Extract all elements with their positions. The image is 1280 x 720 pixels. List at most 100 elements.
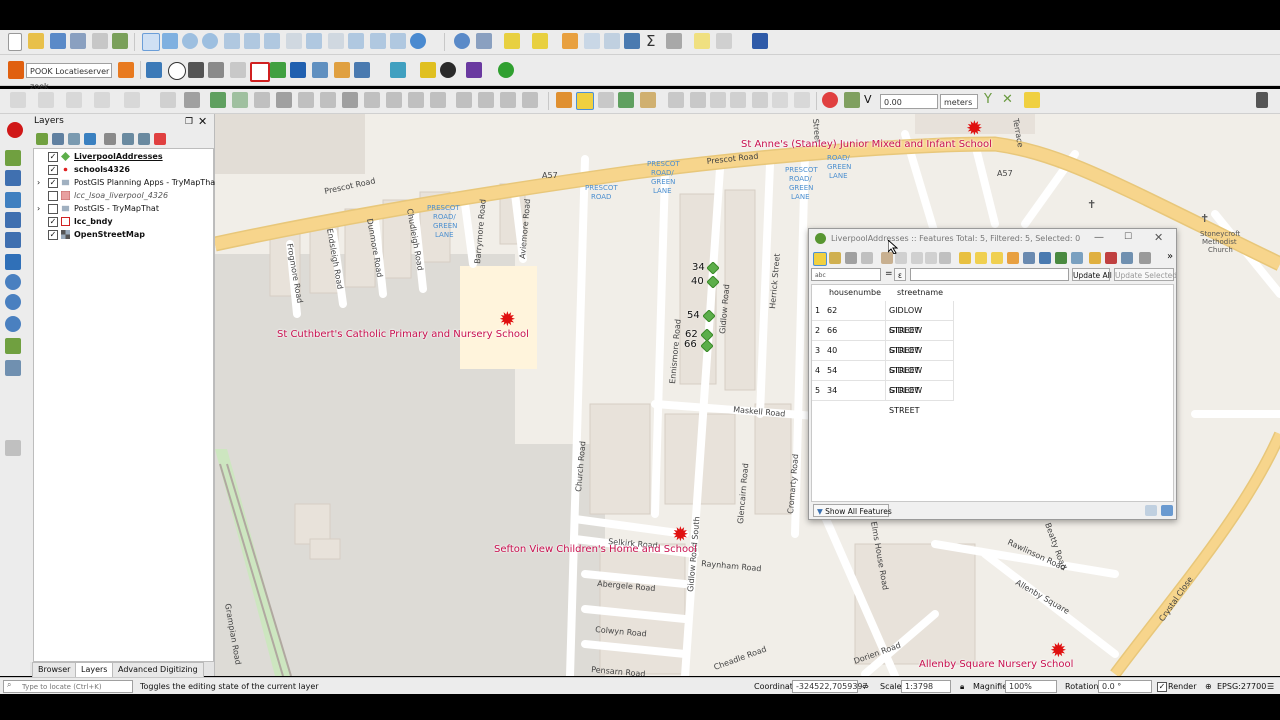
vertex-tool-icon[interactable]	[640, 92, 656, 108]
fill-ring-icon[interactable]	[298, 92, 314, 108]
table-view-icon[interactable]	[1161, 505, 1173, 516]
filter-expression-icon[interactable]	[104, 133, 116, 145]
delete-part-icon[interactable]	[342, 92, 358, 108]
cell-streetname[interactable]: GIDLOW STREET	[886, 301, 954, 335]
school-marker-icon[interactable]: ✹	[1050, 640, 1067, 660]
address-point-icon[interactable]	[707, 276, 719, 288]
field-calculator-icon[interactable]	[604, 33, 620, 49]
locator-search-input[interactable]	[3, 680, 133, 693]
form-view-icon[interactable]	[1145, 505, 1157, 516]
add-wcs-icon[interactable]	[5, 294, 21, 310]
new-field-icon[interactable]	[1089, 252, 1101, 264]
multi-edit-icon[interactable]	[829, 252, 841, 264]
style-manager-icon[interactable]	[112, 33, 128, 49]
overflow-chevron-icon[interactable]: »	[1167, 251, 1173, 262]
layer-row-postgis-planning[interactable]: › ✓ PostGIS Planning Apps - TryMapThat	[34, 176, 218, 189]
zoom-layer-icon[interactable]	[264, 33, 280, 49]
pan-to-selection-icon[interactable]	[162, 33, 178, 49]
zoom-native-icon[interactable]	[286, 33, 302, 49]
layer-checkbox[interactable]: ✓	[48, 178, 58, 188]
layer-row-postgis-trymapthat[interactable]: › PostGIS - TryMapThat	[34, 202, 213, 215]
field-select[interactable]: abc housenumbe	[811, 268, 881, 292]
temporal-icon[interactable]	[370, 33, 386, 49]
deselect-all-icon[interactable]	[1007, 252, 1019, 264]
manage-themes-icon[interactable]	[68, 133, 80, 145]
new-project-icon[interactable]	[8, 33, 22, 51]
cell-housenumber[interactable]: 40	[824, 341, 886, 361]
undo-icon[interactable]	[772, 92, 788, 108]
add-spatialite-icon[interactable]	[5, 254, 21, 270]
layer-checkbox[interactable]	[48, 204, 58, 214]
collapse-all-icon[interactable]	[138, 133, 150, 145]
add-part-icon[interactable]	[276, 92, 292, 108]
address-point-icon[interactable]	[703, 310, 715, 322]
paste-features-icon[interactable]	[752, 92, 768, 108]
filter-legend-icon[interactable]	[84, 133, 96, 145]
school-marker-icon[interactable]: ✹	[672, 524, 689, 544]
copy-features-icon[interactable]	[730, 92, 746, 108]
layer-checkbox[interactable]	[48, 191, 58, 201]
statistics-sigma-icon[interactable]: Σ	[646, 33, 662, 49]
close-icon[interactable]: ✕	[198, 115, 207, 128]
column-header[interactable]: housenumbe	[824, 285, 886, 301]
reshape-icon[interactable]	[364, 92, 380, 108]
rotation-spinbox[interactable]: 0.0 °	[1098, 680, 1152, 693]
zoom-in-icon[interactable]	[182, 33, 198, 49]
layer-row-schools[interactable]: ✓ schools4326	[34, 163, 213, 176]
expand-chevron-icon[interactable]: ›	[37, 176, 40, 189]
zoom-out-icon[interactable]	[202, 33, 218, 49]
gps-icon[interactable]	[334, 62, 350, 78]
action-icon[interactable]	[476, 33, 492, 49]
current-edits-icon[interactable]	[556, 92, 572, 108]
cell-streetname[interactable]: GIDLOW STREET	[886, 361, 954, 395]
minimize-icon[interactable]: —	[1094, 232, 1104, 243]
add-ring-icon[interactable]	[254, 92, 270, 108]
snap-distance-input[interactable]: 0.00	[880, 94, 938, 109]
add-group-icon[interactable]	[52, 133, 64, 145]
toggle-editing-icon[interactable]	[813, 252, 827, 266]
add-wms-icon[interactable]	[5, 274, 21, 290]
copy-icon[interactable]	[925, 252, 937, 264]
simplify-icon[interactable]	[232, 92, 248, 108]
cut-icon[interactable]	[911, 252, 923, 264]
add-polygon-icon[interactable]	[124, 92, 140, 108]
pan-to-selected-icon[interactable]	[1055, 252, 1067, 264]
show-all-features-button[interactable]: ▼ Show All Features	[813, 504, 892, 517]
triangle-plugin-icon[interactable]	[420, 62, 436, 78]
column-header[interactable]: streetname	[886, 285, 954, 301]
coordinate-field[interactable]: -324522,7059397	[792, 680, 868, 693]
expand-chevron-icon[interactable]: ›	[37, 202, 40, 215]
address-point-icon[interactable]	[707, 262, 719, 274]
invert-selection-icon[interactable]	[991, 252, 1003, 264]
offset-curve-icon[interactable]	[386, 92, 402, 108]
field-calculator-icon[interactable]	[1121, 252, 1133, 264]
remove-layer-icon[interactable]	[154, 133, 166, 145]
move-selection-top-icon[interactable]	[1039, 252, 1051, 264]
table-row[interactable]: 3 40 GIDLOW STREET	[812, 341, 954, 375]
move-feature-icon[interactable]	[184, 92, 200, 108]
layer-checkbox[interactable]: ✓	[48, 230, 58, 240]
network-icon[interactable]	[290, 62, 306, 78]
pook-plugin-icon[interactable]	[8, 61, 24, 79]
add-vector-layer-icon[interactable]	[5, 150, 21, 166]
delete-selected-icon[interactable]	[690, 92, 706, 108]
processing-toolbox-icon[interactable]	[624, 33, 640, 49]
delete-ring-icon[interactable]	[320, 92, 336, 108]
qgis-logo-icon[interactable]	[7, 122, 23, 138]
cell-housenumber[interactable]: 62	[824, 301, 886, 321]
merge-features-icon[interactable]	[456, 92, 472, 108]
query-plugin-icon[interactable]	[466, 62, 482, 78]
tab-browser[interactable]: Browser	[32, 662, 77, 678]
open-project-icon[interactable]	[28, 33, 44, 49]
select-expression-icon[interactable]	[959, 252, 971, 264]
conditional-formatting-icon[interactable]	[1139, 252, 1151, 264]
crs-globe-icon[interactable]: ⊕	[1205, 678, 1212, 695]
help-icon[interactable]	[752, 33, 768, 49]
select-all-icon[interactable]	[975, 252, 987, 264]
merge-attributes-icon[interactable]	[478, 92, 494, 108]
expression-builder-button[interactable]: ε	[894, 268, 906, 281]
python-console-icon[interactable]	[146, 62, 162, 78]
extents-toggle-icon[interactable]: ⇔	[862, 678, 869, 695]
table-row[interactable]: 2 66 GIDLOW STREET	[812, 321, 954, 355]
add-mesh-layer-icon[interactable]	[5, 192, 21, 208]
